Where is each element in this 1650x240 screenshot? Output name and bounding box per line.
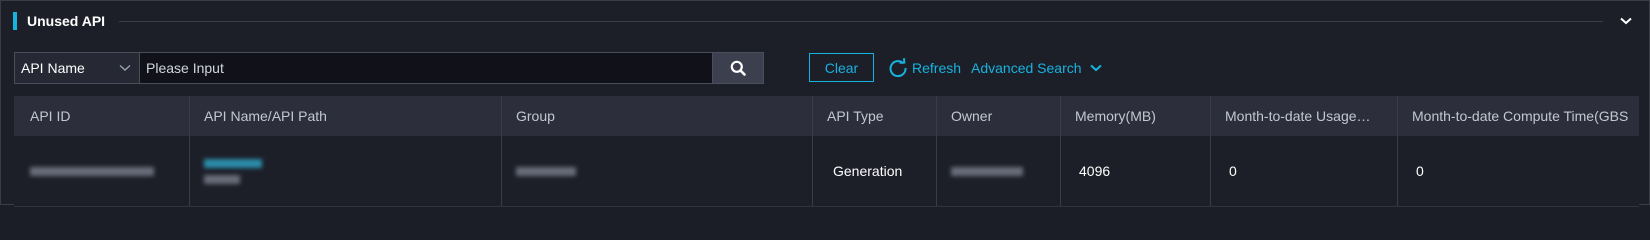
clear-button[interactable]: Clear	[809, 53, 874, 82]
refresh-icon	[889, 58, 907, 78]
search-icon	[730, 60, 746, 76]
search-bar: API Name Please Input	[14, 51, 764, 85]
chevron-down-icon	[119, 64, 131, 71]
column-header-owner: Owner	[937, 96, 1061, 136]
panel-header: Unused API	[13, 11, 1635, 31]
advanced-search-label: Advanced Search	[971, 60, 1082, 76]
cell-api-name[interactable]	[190, 136, 502, 206]
cell-owner	[937, 136, 1061, 206]
chevron-down-icon	[1089, 64, 1102, 72]
redacted-api-path	[204, 174, 240, 184]
cell-group	[502, 136, 813, 206]
panel-title: Unused API	[27, 13, 106, 29]
table-header-row: API ID API Name/API Path Group API Type …	[14, 96, 1639, 136]
collapse-toggle[interactable]	[1617, 12, 1635, 30]
advanced-search-toggle[interactable]: Advanced Search	[971, 56, 1102, 80]
cell-api-type: Generation	[813, 136, 937, 206]
redacted-owner	[951, 166, 1023, 176]
api-name-path-stack	[204, 158, 262, 184]
column-header-usage: Month-to-date Usage…	[1211, 96, 1398, 136]
column-header-compute-time: Month-to-date Compute Time(GBS	[1412, 108, 1629, 124]
redacted-api-id	[30, 166, 154, 176]
table-row: Generation 4096 0 0	[14, 136, 1639, 207]
search-field-select[interactable]: API Name	[14, 52, 140, 84]
header-divider	[119, 20, 1603, 22]
column-header-memory: Memory(MB)	[1061, 96, 1211, 136]
column-header-api-type: API Type	[813, 96, 937, 136]
title-accent-bar	[13, 12, 17, 30]
cell-usage: 0	[1211, 136, 1398, 206]
search-input-placeholder: Please Input	[146, 60, 224, 76]
refresh-label: Refresh	[912, 60, 962, 76]
cell-api-id[interactable]	[14, 136, 190, 206]
unused-api-panel: Unused API API Name Please Input Clear R…	[0, 0, 1650, 207]
cell-compute-time: 0	[1416, 163, 1424, 179]
chevron-down-icon	[1620, 17, 1632, 25]
unused-api-table: API ID API Name/API Path Group API Type …	[14, 96, 1639, 207]
column-header-api-name: API Name/API Path	[190, 96, 502, 136]
column-header-api-id: API ID	[14, 96, 190, 136]
column-header-group: Group	[502, 96, 813, 136]
redacted-api-name	[204, 158, 262, 168]
refresh-button[interactable]: Refresh	[888, 56, 961, 80]
search-field-select-value: API Name	[21, 60, 85, 76]
redacted-group	[516, 166, 576, 176]
search-input[interactable]: Please Input	[140, 52, 713, 84]
cell-memory: 4096	[1061, 136, 1211, 206]
search-button[interactable]	[713, 52, 764, 84]
